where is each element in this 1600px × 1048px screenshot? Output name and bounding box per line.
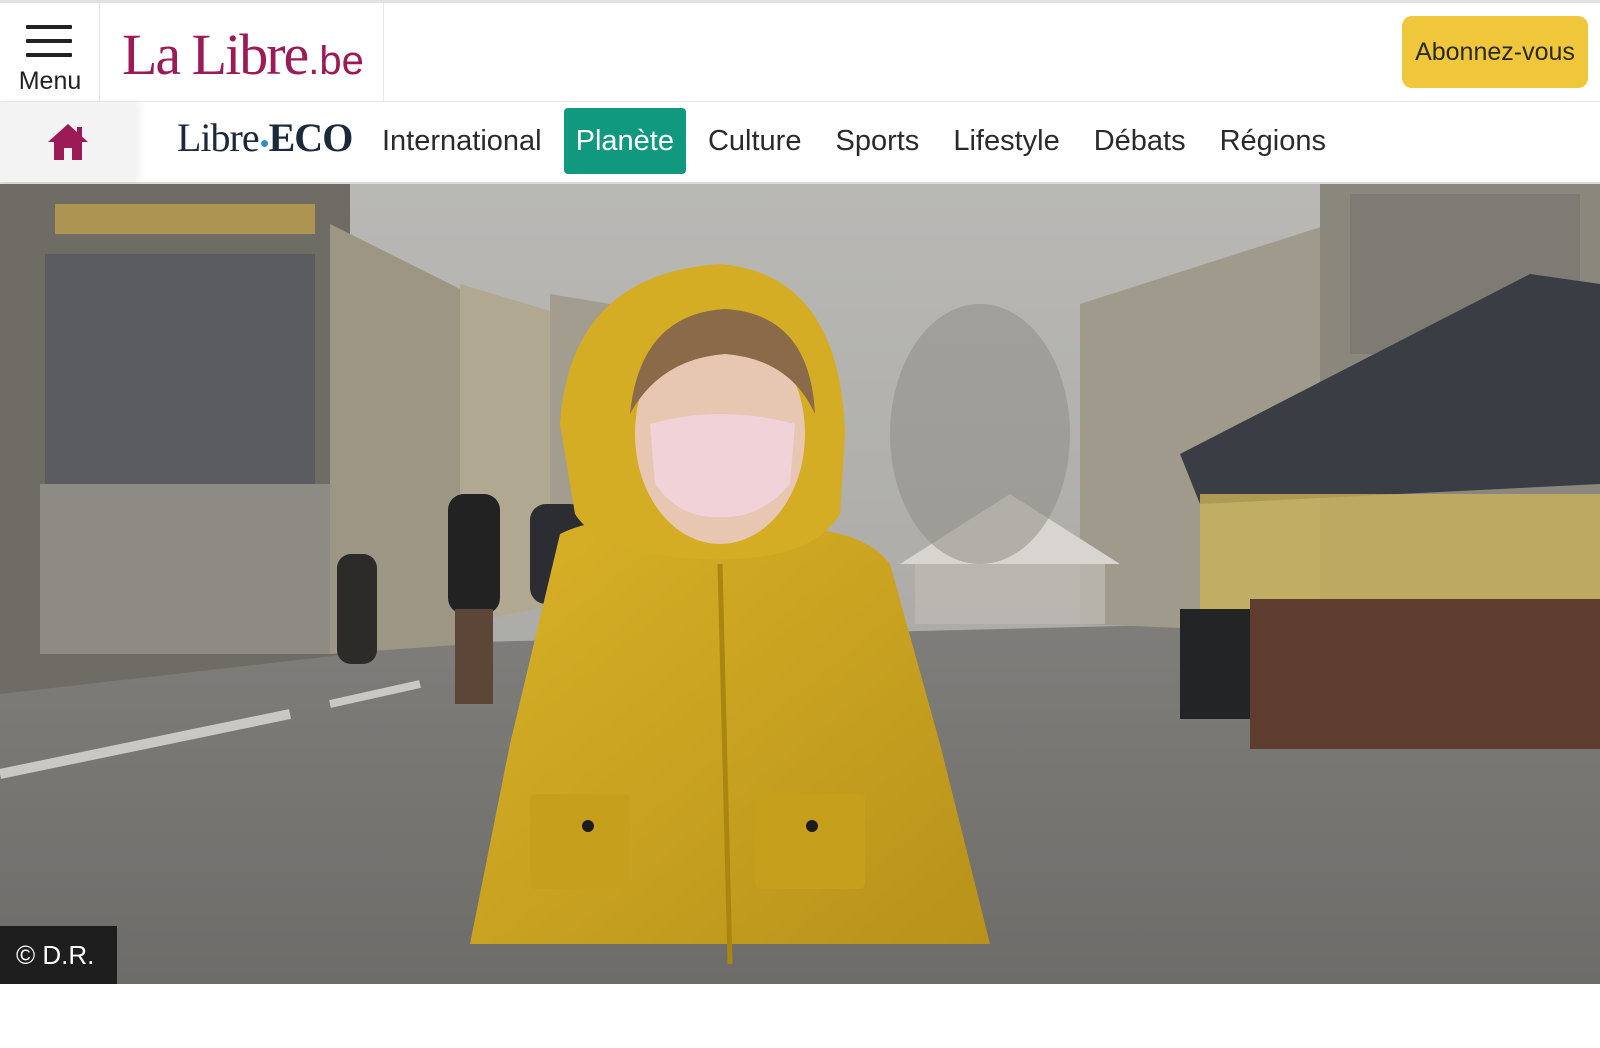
nav-item-international[interactable]: International [370, 108, 554, 174]
hero-image: © D.R. [0, 184, 1600, 984]
home-icon [48, 124, 88, 160]
logo-main-text: La Libre [122, 22, 309, 87]
nav-item-sports[interactable]: Sports [823, 108, 931, 174]
nav-items: International Planète Culture Sports Lif… [370, 108, 1348, 174]
nav-item-lifestyle[interactable]: Lifestyle [941, 108, 1071, 174]
logo-tld-text: .be [308, 39, 364, 83]
photo-credit: © D.R. [0, 926, 117, 984]
home-button[interactable] [0, 102, 136, 182]
nav-item-culture[interactable]: Culture [696, 108, 814, 174]
site-logo: La Libre.be [122, 21, 364, 88]
subscribe-button[interactable]: Abonnez-vous [1402, 16, 1588, 88]
eco-logo-eco: ECO [268, 115, 354, 160]
nav-item-debats[interactable]: Débats [1082, 108, 1198, 174]
nav-item-planete[interactable]: Planète [563, 108, 686, 174]
site-header: Menu La Libre.be Abonnez-vous [0, 0, 1600, 102]
eco-logo-libre: Libre [177, 115, 260, 160]
nav-item-regions[interactable]: Régions [1208, 108, 1338, 174]
hamburger-icon [26, 25, 72, 59]
eco-logo-dot [260, 140, 268, 148]
menu-label: Menu [18, 67, 82, 95]
hero-photo [0, 184, 1600, 984]
site-logo-link[interactable]: La Libre.be [100, 3, 384, 102]
menu-button[interactable]: Menu [0, 3, 100, 102]
section-nav: Libre ECO International Planète Culture S… [0, 102, 1600, 184]
libre-eco-link[interactable]: Libre ECO [177, 114, 354, 161]
